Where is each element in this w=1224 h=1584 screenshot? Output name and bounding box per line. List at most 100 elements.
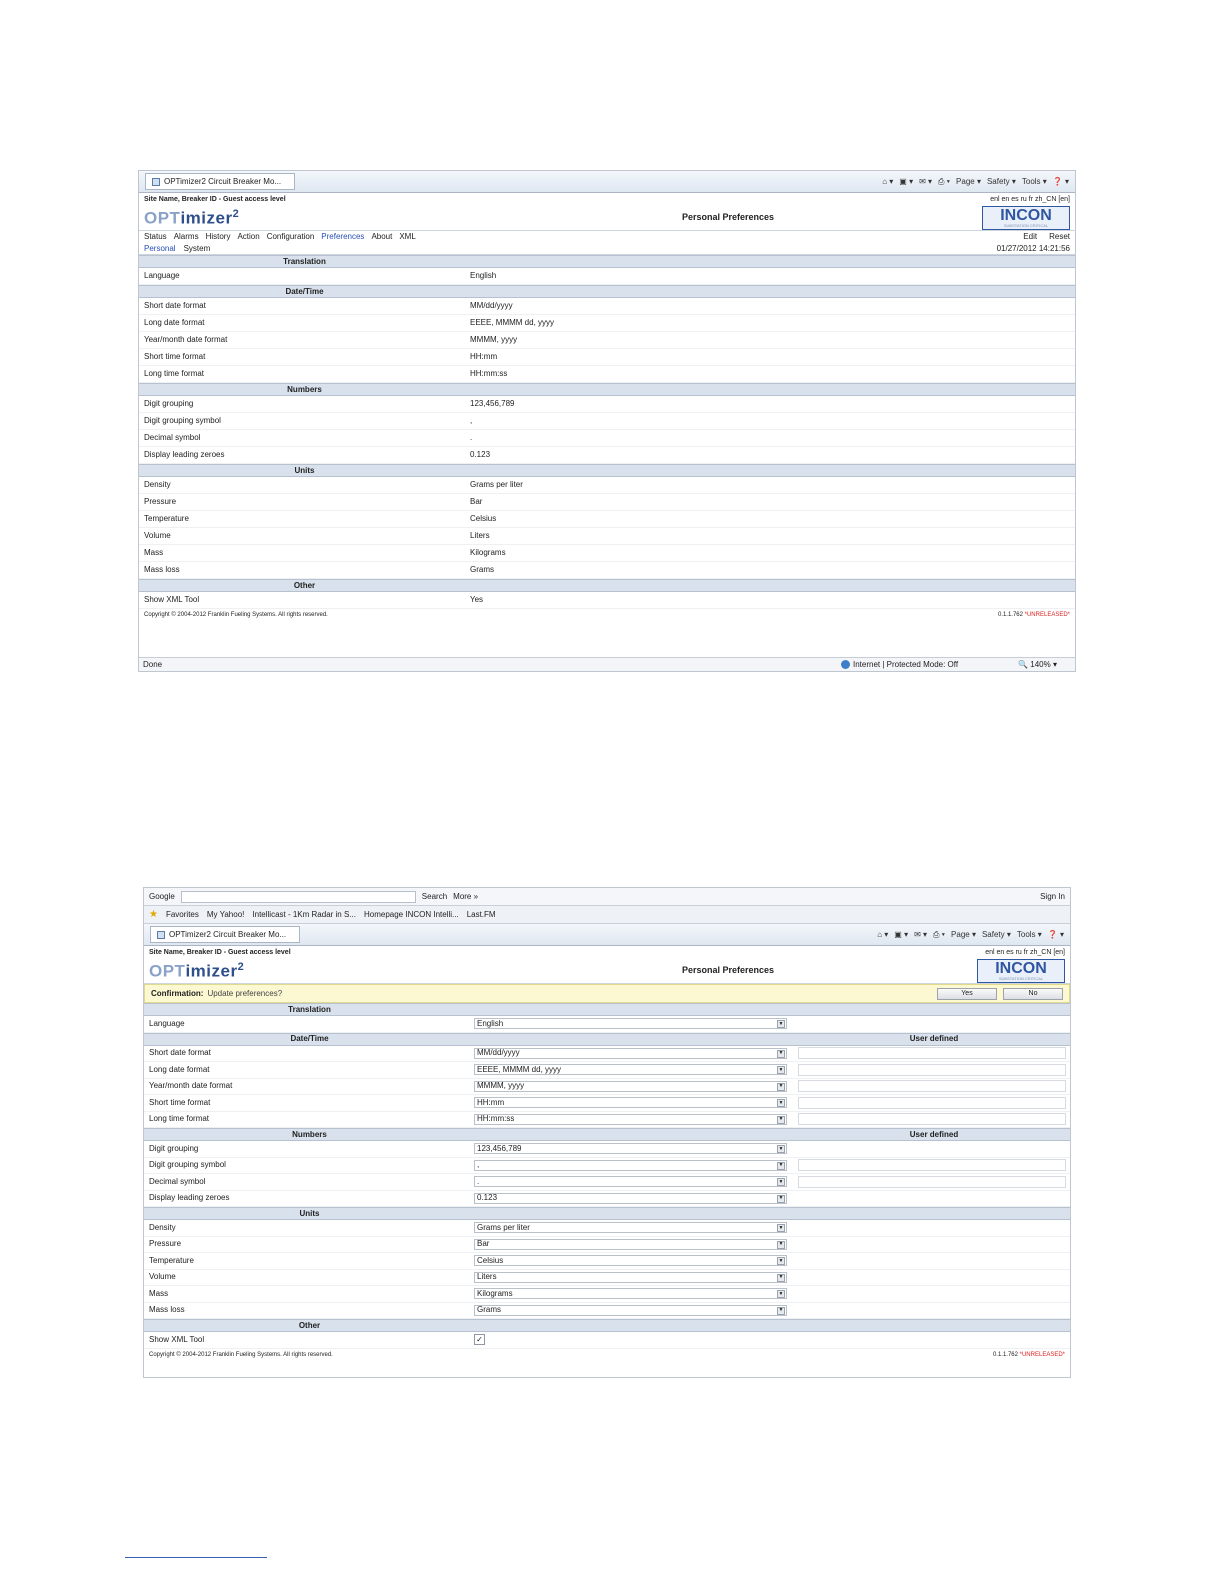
mass-loss-select[interactable]: Grams ▼ bbox=[474, 1304, 787, 1316]
digit-grouping-select[interactable]: 123,456,789 ▼ bbox=[474, 1143, 787, 1155]
short-time-select[interactable]: HH:mm ▼ bbox=[474, 1097, 787, 1109]
section-units: Units bbox=[139, 464, 1075, 477]
language-links[interactable]: enl en es ru fr zh_CN [en] bbox=[985, 949, 1065, 956]
density-select[interactable]: Grams per liter ▼ bbox=[474, 1222, 787, 1234]
tools-menu[interactable]: Tools ▾ bbox=[1022, 177, 1047, 186]
fav-lastfm[interactable]: Last.FM bbox=[467, 910, 496, 919]
main-nav: Status Alarms History Action Configurati… bbox=[139, 231, 1075, 243]
nav-history[interactable]: History bbox=[206, 233, 231, 241]
nav-action[interactable]: Action bbox=[237, 233, 259, 241]
volume-select[interactable]: Liters ▼ bbox=[474, 1271, 787, 1283]
subnav-personal[interactable]: Personal bbox=[144, 244, 176, 253]
long-date-select[interactable]: EEEE, MMMM dd, yyyy ▼ bbox=[474, 1064, 787, 1076]
copyright: Copyright © 2004-2012 Franklin Fueling S… bbox=[149, 1351, 333, 1358]
nav-preferences[interactable]: Preferences bbox=[321, 233, 364, 241]
temperature-select[interactable]: Celsius ▼ bbox=[474, 1255, 787, 1267]
safety-menu[interactable]: Safety ▾ bbox=[987, 177, 1016, 186]
user-defined-input[interactable] bbox=[798, 1113, 1066, 1126]
feeds-icon[interactable]: ▣ ▾ bbox=[894, 930, 908, 939]
user-defined-input[interactable] bbox=[798, 1063, 1066, 1076]
browser-tab-title: OPTimizer2 Circuit Breaker Mo... bbox=[164, 176, 282, 186]
zoom-level[interactable]: 🔍 140% ▾ bbox=[1018, 660, 1057, 669]
nav-configuration[interactable]: Configuration bbox=[267, 233, 315, 241]
home-icon[interactable]: ⌂ ▾ bbox=[882, 177, 893, 186]
tools-menu[interactable]: Tools ▾ bbox=[1017, 930, 1042, 939]
fav-intellicast[interactable]: Intellicast - 1Km Radar in S... bbox=[252, 910, 356, 919]
print-icon[interactable]: ⎙ ▾ bbox=[933, 930, 945, 939]
print-icon[interactable]: ⎙ ▾ bbox=[938, 177, 950, 186]
user-defined-input[interactable] bbox=[798, 1159, 1066, 1172]
section-translation: Translation bbox=[144, 1003, 1070, 1016]
reset-link[interactable]: Reset bbox=[1049, 233, 1070, 241]
help-menu[interactable]: ❓ ▾ bbox=[1048, 930, 1064, 939]
leading-zeroes-select[interactable]: 0.123 ▼ bbox=[474, 1192, 787, 1204]
section-datetime: Date/Time bbox=[139, 285, 1075, 298]
nav-about[interactable]: About bbox=[371, 233, 392, 241]
mail-icon[interactable]: ✉ ▾ bbox=[919, 177, 932, 186]
subnav-system[interactable]: System bbox=[184, 244, 211, 253]
google-label: Google bbox=[149, 891, 175, 901]
language-links[interactable]: enl en es ru fr zh_CN [en] bbox=[990, 196, 1070, 203]
no-button[interactable]: No bbox=[1003, 987, 1063, 1000]
google-toolbar: Google Search More » Sign In bbox=[144, 888, 1070, 906]
decimal-symbol-select[interactable]: . ▼ bbox=[474, 1176, 787, 1188]
pref-row: Digit grouping symbol, bbox=[139, 413, 1075, 430]
show-xml-tool-checkbox[interactable]: ✓ bbox=[474, 1334, 485, 1346]
browser-tab[interactable]: OPTimizer2 Circuit Breaker Mo... bbox=[150, 926, 300, 943]
pref-row: Density Grams per liter bbox=[139, 477, 1075, 494]
pref-row: Long date format EEEE, MMMM dd, yyyy ▼ bbox=[144, 1062, 1070, 1079]
mass-select[interactable]: Kilograms ▼ bbox=[474, 1288, 787, 1300]
fav-my-yahoo[interactable]: My Yahoo! bbox=[207, 910, 245, 919]
browser-command-bar: ⌂ ▾ ▣ ▾ ✉ ▾ ⎙ ▾ Page ▾ Safety ▾ Tools ▾ … bbox=[877, 930, 1064, 939]
browser-status-bar: Done Internet | Protected Mode: Off 🔍 14… bbox=[139, 657, 1075, 671]
pref-row: Year/month date format MMMM, yyyy ▼ bbox=[144, 1079, 1070, 1095]
digit-grouping-symbol-select[interactable]: , ▼ bbox=[474, 1159, 787, 1171]
dropdown-arrow-icon: ▼ bbox=[777, 1145, 785, 1154]
browser-tab-title: OPTimizer2 Circuit Breaker Mo... bbox=[169, 929, 287, 939]
section-units: Units bbox=[144, 1207, 1070, 1220]
help-menu[interactable]: ❓ ▾ bbox=[1053, 177, 1069, 186]
pressure-select[interactable]: Bar ▼ bbox=[474, 1238, 787, 1250]
mail-icon[interactable]: ✉ ▾ bbox=[914, 930, 927, 939]
pref-row: Digit grouping 123,456,789 bbox=[139, 396, 1075, 413]
incon-logo: INCON SUBSTATION CRITICAL bbox=[977, 958, 1065, 983]
user-defined-input[interactable] bbox=[798, 1080, 1066, 1093]
page-icon bbox=[157, 930, 165, 939]
preferences-edit-screenshot: Google Search More » Sign In ★ Favorites… bbox=[143, 887, 1071, 1378]
nav-xml[interactable]: XML bbox=[399, 233, 415, 241]
pref-row: Mass loss Grams ▼ bbox=[144, 1303, 1070, 1319]
page-menu[interactable]: Page ▾ bbox=[956, 177, 981, 186]
google-more-button[interactable]: More » bbox=[453, 892, 478, 901]
favorites-button[interactable]: Favorites bbox=[166, 910, 199, 919]
browser-tab[interactable]: OPTimizer2 Circuit Breaker Mo... bbox=[145, 173, 295, 190]
nav-status[interactable]: Status bbox=[144, 233, 167, 241]
pref-row: Digit grouping 123,456,789 ▼ bbox=[144, 1141, 1070, 1158]
pref-row: Temperature Celsius ▼ bbox=[144, 1253, 1070, 1270]
safety-menu[interactable]: Safety ▾ bbox=[982, 930, 1011, 939]
page-menu[interactable]: Page ▾ bbox=[951, 930, 976, 939]
user-defined-input[interactable] bbox=[798, 1096, 1066, 1109]
feeds-icon[interactable]: ▣ ▾ bbox=[899, 177, 913, 186]
language-select[interactable]: English ▼ bbox=[474, 1018, 787, 1030]
home-icon[interactable]: ⌂ ▾ bbox=[877, 930, 888, 939]
pref-row: Display leading zeroes 0.123 ▼ bbox=[144, 1191, 1070, 1207]
google-search-button[interactable]: Search bbox=[422, 892, 447, 901]
site-line: Site Name, Breaker ID - Guest access lev… bbox=[149, 948, 291, 956]
section-other: Other bbox=[144, 1319, 1070, 1332]
preferences-view-screenshot: OPTimizer2 Circuit Breaker Mo... ⌂ ▾ ▣ ▾… bbox=[138, 170, 1076, 672]
edit-link[interactable]: Edit bbox=[1023, 233, 1037, 241]
short-date-select[interactable]: MM/dd/yyyy ▼ bbox=[474, 1047, 787, 1059]
user-defined-input[interactable] bbox=[798, 1047, 1066, 1060]
dropdown-arrow-icon: ▼ bbox=[777, 1082, 785, 1091]
fav-incon-homepage[interactable]: Homepage INCON Intelli... bbox=[364, 910, 459, 919]
section-translation: Translation bbox=[139, 255, 1075, 268]
dropdown-arrow-icon: ▼ bbox=[777, 1290, 785, 1299]
long-time-select[interactable]: HH:mm:ss ▼ bbox=[474, 1113, 787, 1125]
yes-button[interactable]: Yes bbox=[937, 987, 997, 1000]
user-defined-input[interactable] bbox=[798, 1175, 1066, 1188]
nav-alarms[interactable]: Alarms bbox=[174, 233, 199, 241]
google-search-input[interactable] bbox=[180, 890, 416, 903]
site-header: Site Name, Breaker ID - Guest access lev… bbox=[144, 946, 1070, 958]
year-month-select[interactable]: MMMM, yyyy ▼ bbox=[474, 1080, 787, 1092]
google-signin[interactable]: Sign In bbox=[1040, 892, 1065, 901]
